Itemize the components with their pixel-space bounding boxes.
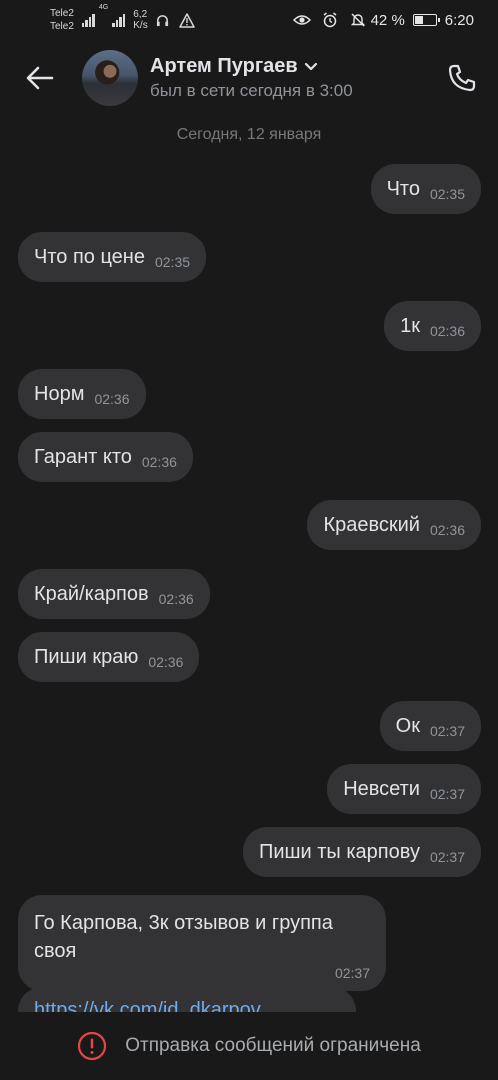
date-separator: Сегодня, 12 января bbox=[176, 126, 322, 143]
message-text: Норм bbox=[34, 383, 85, 405]
message-text: Ок bbox=[395, 715, 420, 737]
contact-status: был в сети сегодня в 3:00 bbox=[150, 81, 353, 100]
network-speed: 6,2 K/s bbox=[133, 9, 147, 31]
message-list[interactable]: Сегодня, 12 января Что 02:35 Что по цене 0… bbox=[0, 116, 498, 1012]
phone-icon bbox=[448, 64, 476, 92]
message-time: 02:36 bbox=[94, 391, 130, 407]
message-text: Невсети bbox=[343, 778, 420, 800]
message-time: 02:36 bbox=[141, 454, 177, 470]
message-time: 02:36 bbox=[429, 323, 465, 339]
message-time: 02:36 bbox=[148, 654, 184, 670]
arrow-left-icon bbox=[26, 66, 54, 90]
message-link[interactable]: https://vk.com/id_dkarpov bbox=[34, 999, 261, 1012]
exclamation-circle-icon bbox=[78, 1031, 107, 1061]
message-text: 1к bbox=[400, 315, 420, 337]
message-bubble[interactable]: https://vk.com/id_dkarpov bbox=[18, 987, 356, 1012]
alarm-icon bbox=[321, 11, 339, 29]
headset-icon bbox=[154, 11, 172, 29]
call-button[interactable] bbox=[442, 58, 482, 98]
message-bubble[interactable]: Краевский 02:36 bbox=[307, 500, 481, 550]
message-time: 02:37 bbox=[429, 849, 465, 865]
battery-percent: 42 % bbox=[370, 11, 405, 29]
eye-icon bbox=[292, 11, 311, 29]
message-bubble[interactable]: Ок 02:37 bbox=[379, 701, 481, 751]
clock: 6:20 bbox=[444, 11, 474, 29]
network-type: 4G bbox=[98, 4, 109, 11]
message-text: Что по цене bbox=[34, 246, 145, 268]
chat-header: Артем Пургаев был в сети сегодня в 3:00 bbox=[0, 40, 498, 116]
message-bubble[interactable]: Пиши ты карпову 02:37 bbox=[242, 827, 481, 877]
message-time: 02:37 bbox=[334, 965, 370, 981]
message-time: 02:35 bbox=[429, 186, 465, 202]
message-bubble[interactable]: Что 02:35 bbox=[370, 164, 481, 214]
message-bubble[interactable]: Невсети 02:37 bbox=[327, 764, 481, 814]
speed-unit: K/s bbox=[133, 20, 148, 31]
contact-info[interactable]: Артем Пургаев был в сети сегодня в 3:00 bbox=[150, 55, 353, 101]
chevron-down-icon bbox=[304, 62, 317, 70]
back-button[interactable] bbox=[20, 58, 60, 98]
message-bubble[interactable]: 1к 02:36 bbox=[384, 301, 481, 351]
message-bubble[interactable]: Норм 02:36 bbox=[18, 369, 146, 419]
message-time: 02:37 bbox=[429, 723, 465, 739]
message-bubble[interactable]: Что по цене 02:35 bbox=[18, 232, 207, 282]
battery-fill bbox=[414, 16, 424, 24]
avatar[interactable] bbox=[82, 50, 138, 106]
restriction-bar: Отправка сообщений ограничена bbox=[0, 1012, 498, 1080]
message-text: Что bbox=[386, 178, 420, 200]
message-text: Край/карпов bbox=[34, 583, 149, 605]
status-right: 42 % 6:20 bbox=[287, 11, 474, 29]
carrier-2: Tele2 bbox=[50, 21, 74, 32]
message-text: Краевский bbox=[323, 514, 420, 536]
signal-1-icon bbox=[81, 13, 95, 27]
signal-2-icon bbox=[110, 13, 126, 27]
carrier-names: Tele2 Tele2 bbox=[50, 7, 74, 33]
message-time: 02:36 bbox=[158, 591, 194, 607]
restriction-message: Отправка сообщений ограничена bbox=[125, 1035, 421, 1056]
message-bubble[interactable]: Гарант кто 02:36 bbox=[18, 432, 193, 482]
message-bubble[interactable]: Го Карпова, 3к отзывов и группа своя 02:… bbox=[18, 895, 386, 991]
message-time: 02:36 bbox=[429, 522, 465, 538]
status-bar: Tele2 Tele2 4G 6,2 K/s 42 % 6:20 bbox=[0, 0, 498, 40]
message-bubble[interactable]: Пиши краю 02:36 bbox=[18, 632, 200, 682]
contact-name: Артем Пургаев bbox=[150, 55, 298, 77]
message-text: Пиши ты карпову bbox=[258, 841, 420, 863]
warning-icon bbox=[178, 11, 196, 29]
carrier-1: Tele2 bbox=[50, 8, 74, 19]
message-time: 02:37 bbox=[429, 786, 465, 802]
message-text: Го Карпова, 3к отзывов и группа своя bbox=[34, 912, 333, 962]
mute-icon bbox=[349, 11, 367, 29]
message-time: 02:35 bbox=[154, 254, 191, 270]
message-text: Пиши краю bbox=[34, 646, 139, 668]
speed-value: 6,2 bbox=[133, 9, 148, 20]
message-bubble[interactable]: Край/карпов 02:36 bbox=[18, 569, 210, 619]
battery-icon bbox=[412, 14, 440, 26]
message-text: Гарант кто bbox=[34, 446, 132, 468]
